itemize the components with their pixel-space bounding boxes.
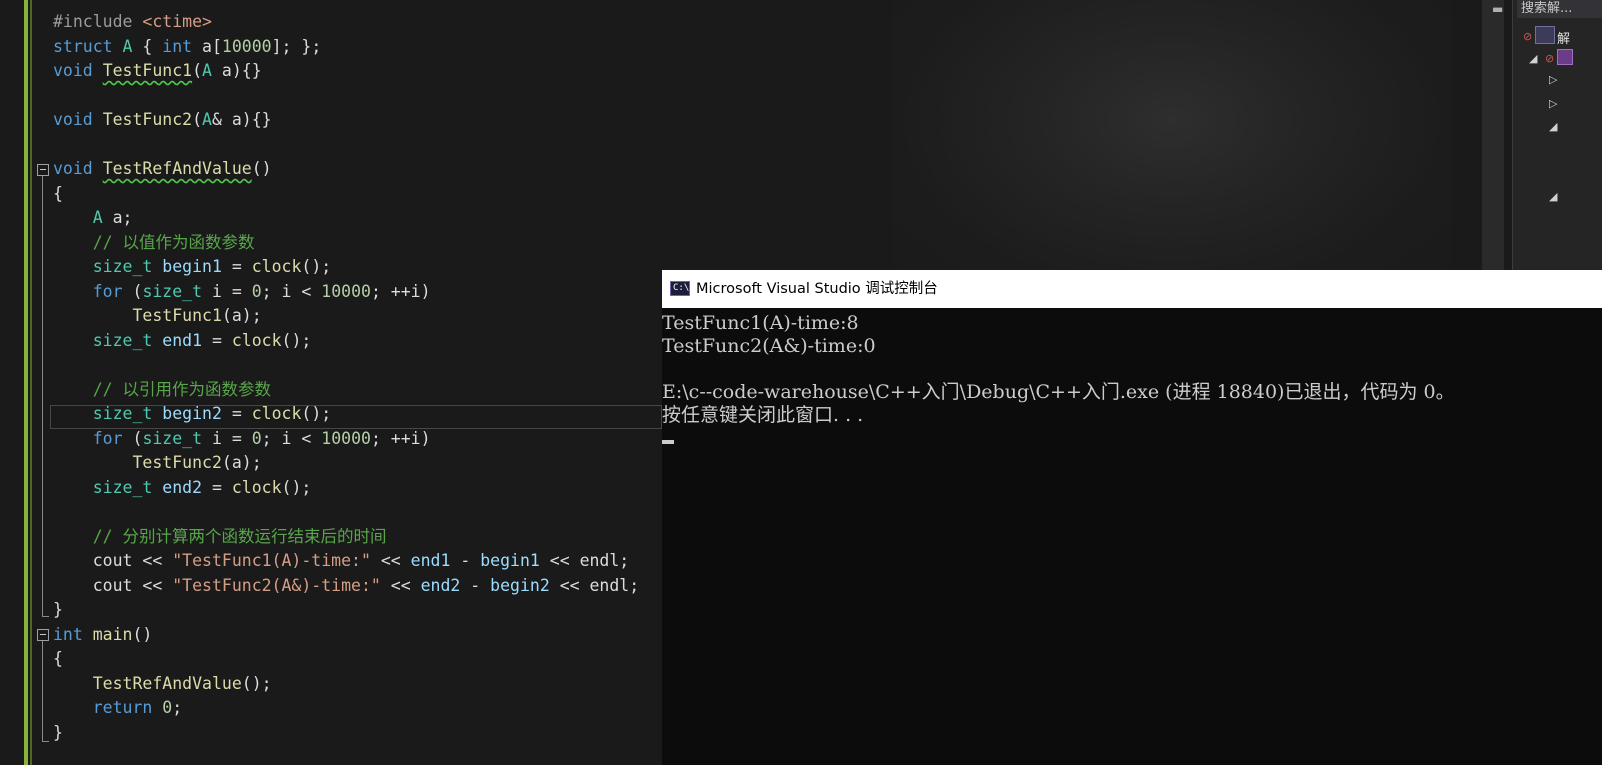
- error-icon: ⊘: [1523, 30, 1533, 43]
- change-margin-bar-inner: [30, 0, 32, 765]
- expanded-arrow-icon[interactable]: ◢: [1549, 120, 1557, 133]
- code-line[interactable]: void TestFunc2(A& a){}: [53, 107, 272, 132]
- code-line[interactable]: cout << "TestFunc1(A)-time:" << end1 - b…: [53, 548, 630, 573]
- fold-guide: [42, 641, 43, 741]
- code-line[interactable]: // 以引用作为函数参数: [53, 377, 271, 402]
- code-line[interactable]: void TestRefAndValue(): [53, 156, 272, 181]
- console-output-line: TestFunc1(A)-time:8: [662, 312, 859, 334]
- change-margin-bar: [24, 0, 28, 765]
- code-line[interactable]: for (size_t i = 0; i < 10000; ++i): [53, 426, 431, 451]
- editor-background-image: [892, 0, 1452, 300]
- error-icon: ⊘: [1545, 52, 1555, 65]
- code-line[interactable]: {: [53, 646, 63, 671]
- code-line[interactable]: cout << "TestFunc2(A&)-time:" << end2 - …: [53, 573, 639, 598]
- console-output-line: E:\c--code-warehouse\C++入门\Debug\C++入门.e…: [662, 381, 1455, 403]
- code-line[interactable]: // 以值作为函数参数: [53, 230, 255, 255]
- console-output-line: 按任意键关闭此窗口. . .: [662, 404, 864, 426]
- code-line[interactable]: for (size_t i = 0; i < 10000; ++i): [53, 279, 431, 304]
- code-line[interactable]: void TestFunc1(A a){}: [53, 58, 262, 83]
- debug-console-window[interactable]: C:\ Microsoft Visual Studio 调试控制台 TestFu…: [662, 270, 1602, 765]
- console-app-icon: C:\: [670, 281, 690, 296]
- code-line[interactable]: {: [53, 181, 63, 206]
- code-line[interactable]: // 分别计算两个函数运行结束后的时间: [53, 524, 387, 549]
- fold-toggle-main[interactable]: [37, 629, 49, 641]
- code-line[interactable]: size_t end1 = clock();: [53, 328, 312, 353]
- code-line[interactable]: TestRefAndValue();: [53, 671, 272, 696]
- code-line[interactable]: size_t end2 = clock();: [53, 475, 312, 500]
- console-title: Microsoft Visual Studio 调试控制台: [696, 281, 938, 297]
- editor-vertical-scrollbar[interactable]: [1482, 0, 1504, 270]
- code-line[interactable]: TestFunc2(a);: [53, 450, 261, 475]
- solution-search-input[interactable]: 搜索解...: [1517, 0, 1602, 18]
- code-line[interactable]: TestFunc1(a);: [53, 303, 261, 328]
- solution-icon: [1535, 26, 1555, 44]
- collapsed-arrow-icon[interactable]: ▷: [1549, 73, 1557, 86]
- code-line[interactable]: A a;: [53, 205, 133, 230]
- project-icon: [1557, 49, 1573, 65]
- collapsed-arrow-icon[interactable]: ▷: [1549, 97, 1557, 110]
- code-line[interactable]: }: [53, 597, 63, 622]
- solution-label-fragment: 解: [1557, 32, 1571, 47]
- expanded-arrow-icon[interactable]: ◢: [1529, 52, 1537, 65]
- console-title-bar[interactable]: C:\ Microsoft Visual Studio 调试控制台: [662, 270, 1602, 308]
- fold-guide-end: [42, 741, 49, 742]
- code-line[interactable]: size_t begin1 = clock();: [53, 254, 331, 279]
- fold-guide-end: [42, 616, 49, 617]
- fold-guide: [42, 176, 43, 616]
- code-line[interactable]: size_t begin2 = clock();: [53, 401, 331, 426]
- code-line[interactable]: #include <ctime>: [53, 9, 212, 34]
- console-cursor: [662, 440, 674, 444]
- collapse-icon[interactable]: ▬: [1492, 2, 1503, 16]
- code-line[interactable]: }: [53, 720, 63, 745]
- code-line[interactable]: return 0;: [53, 695, 182, 720]
- expanded-arrow-icon[interactable]: ◢: [1549, 190, 1557, 203]
- console-output-line: TestFunc2(A&)-time:0: [662, 335, 876, 357]
- code-line[interactable]: struct A { int a[10000]; };: [53, 34, 321, 59]
- fold-toggle-testrefandvalue[interactable]: [37, 164, 49, 176]
- console-output: TestFunc1(A)-time:8 TestFunc2(A&)-time:0 E…: [662, 308, 1602, 765]
- code-line[interactable]: int main(): [53, 622, 152, 647]
